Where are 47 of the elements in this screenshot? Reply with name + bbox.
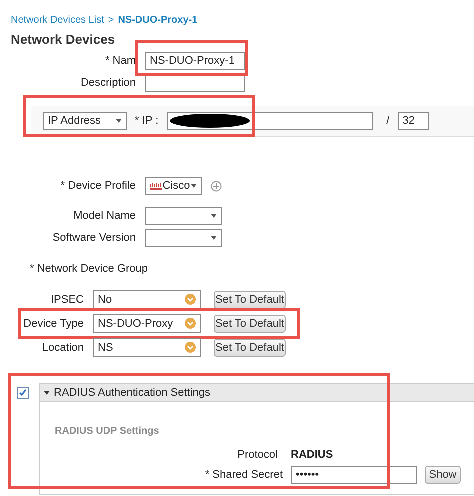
field-label: * IP : [135,115,159,127]
field-label: Protocol [236,449,278,461]
dropdown-caret-icon [211,236,217,240]
set-default-button[interactable]: Set To Default [214,338,286,356]
description-field[interactable] [145,74,245,92]
dropdown-chevron-icon [185,294,196,305]
breadcrumb-link[interactable]: Network Devices List [11,15,104,26]
field-label: * Nam [104,55,136,67]
protocol-value: RADIUS [291,449,334,461]
group-select[interactable]: No [93,290,201,309]
field-label: * Shared Secret [204,469,283,481]
mask-field[interactable]: 32 [398,112,429,130]
check-icon [19,389,27,397]
field-label: Device Type [22,318,84,330]
checkbox[interactable] [17,387,29,399]
section-label: * Network Device Group [30,263,149,275]
page-title: Network Devices [10,31,116,47]
field-label: Location [41,342,84,354]
dropdown-caret-icon [211,214,217,218]
dropdown-chevron-icon [185,342,196,353]
logo-icon [150,182,162,190]
field-label: * Device Profile [60,180,136,192]
model-name-select[interactable] [145,207,222,225]
field-label: Model Name [72,210,136,222]
mask-separator: / [386,115,390,127]
name-field[interactable]: NS-DUO-Proxy-1 [145,52,245,70]
software-version-select[interactable] [145,229,222,247]
dropdown-chevron-icon [185,318,196,329]
breadcrumb-separator: > [108,15,114,26]
dropdown-caret-icon [116,119,122,123]
dropdown-caret-icon [190,184,197,188]
subsection-title: RADIUS UDP Settings [55,426,160,437]
set-default-button[interactable]: Set To Default [214,314,286,332]
field-label: Description [80,77,136,89]
panel-title: RADIUS Authentication Settings [54,386,211,398]
group-select[interactable]: NS [93,338,201,357]
group-select[interactable]: NS-DUO-Proxy [93,314,201,333]
show-button[interactable]: Show [425,466,461,484]
set-default-button[interactable]: Set To Default [214,290,286,308]
shared-secret-field[interactable]: •••••• [291,466,417,484]
field-label: IPSEC [50,294,84,306]
field-label: Software Version [52,232,136,244]
device-profile-select[interactable]: Cisco [145,177,202,195]
add-icon[interactable] [211,180,222,192]
panel-header[interactable]: RADIUS Authentication Settings [40,384,474,402]
breadcrumb-current: NS-DUO-Proxy-1 [118,15,198,26]
ip-type-select[interactable]: IP Address [43,112,127,130]
